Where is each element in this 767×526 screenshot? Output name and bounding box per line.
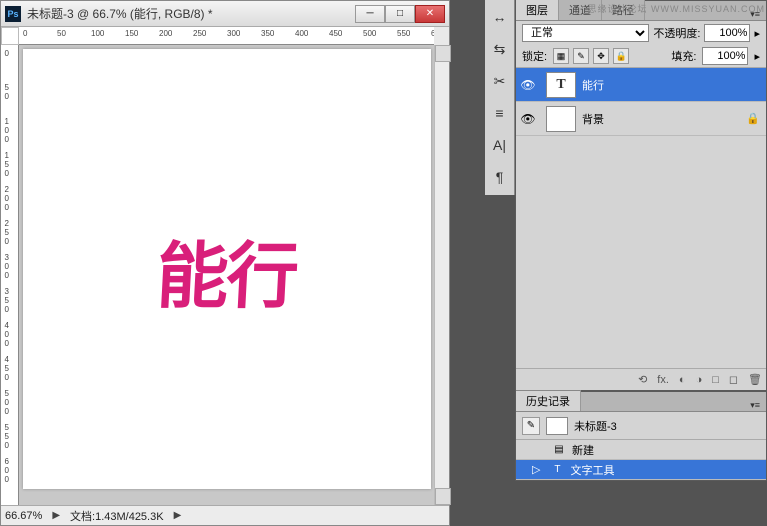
new-doc-icon: ▤: [552, 443, 566, 457]
watermark: 思缘设计论坛 WWW.MISSYUAN.COM: [588, 2, 766, 15]
lock-indicator-icon: 🔒: [746, 112, 766, 125]
history-step-label: 新建: [572, 442, 594, 458]
history-current-arrow-icon: ▷: [532, 463, 540, 476]
doc-info: 文档:1.43M/425.3K: [70, 508, 164, 524]
canvas[interactable]: 能行: [23, 49, 431, 489]
history-tab-row: 历史记录 ▾≡: [516, 392, 766, 412]
maximize-button[interactable]: □: [385, 5, 415, 23]
visibility-toggle-icon[interactable]: 👁: [516, 112, 540, 126]
tab-history[interactable]: 历史记录: [516, 390, 581, 411]
canvas-viewport[interactable]: 能行: [19, 45, 434, 505]
document-title: 未标题-3 @ 66.7% (能行, RGB/8) *: [27, 5, 355, 22]
layer-name[interactable]: 背景: [582, 111, 746, 127]
layer-thumbnail[interactable]: [546, 106, 576, 132]
ps-icon: Ps: [5, 6, 21, 22]
zoom-menu-arrow[interactable]: ▶: [52, 510, 60, 521]
mask-icon[interactable]: ◐: [679, 374, 686, 386]
layers-footer: ⟲ fx. ◐ ◑ □ ◻ 🗑: [516, 368, 766, 390]
adjustment-icon[interactable]: ◑: [696, 374, 703, 386]
new-layer-icon[interactable]: ◻: [729, 373, 738, 386]
close-button[interactable]: ✕: [415, 5, 445, 23]
layer-thumbnail[interactable]: T: [546, 72, 576, 98]
history-step-label: 文字工具: [570, 462, 614, 478]
lock-transparent-icon[interactable]: ▦: [553, 48, 569, 64]
fill-input[interactable]: [702, 47, 748, 65]
ruler-vertical[interactable]: 0 50 100 150 200 250 300 350 400 450 500…: [1, 45, 19, 505]
character-icon[interactable]: A|: [489, 134, 511, 156]
layers-panel: 图层 通道 路径 ▾≡ 正常 不透明度: ▸ 锁定: ▦ ✎ ✥ 🔒 填充: ▸: [515, 0, 767, 391]
type-tool-icon: T: [550, 463, 564, 477]
opacity-input[interactable]: [704, 24, 750, 42]
snapshot-name[interactable]: 未标题-3: [574, 418, 617, 434]
history-item[interactable]: ▷ T 文字工具: [516, 460, 766, 480]
docinfo-menu-arrow[interactable]: ▶: [174, 510, 182, 521]
statusbar: 66.67% ▶ 文档:1.43M/425.3K ▶: [1, 505, 449, 525]
side-toolbar: ↔ ⇆ ✂ ≡ A| ¶: [485, 0, 515, 195]
ruler-horizontal[interactable]: 0 50 100 150 200 250 300 350 400 450 500…: [19, 27, 434, 45]
zoom-level[interactable]: 66.67%: [5, 510, 42, 522]
blend-mode-select[interactable]: 正常: [522, 24, 649, 42]
lock-position-icon[interactable]: ✥: [593, 48, 609, 64]
arrange-icon[interactable]: ↔: [489, 6, 511, 28]
fill-label: 填充:: [671, 48, 696, 64]
lock-row: 锁定: ▦ ✎ ✥ 🔒 填充: ▸: [516, 45, 766, 68]
history-snapshot-row[interactable]: ✎ 未标题-3: [516, 412, 766, 440]
lock-all-icon[interactable]: 🔒: [613, 48, 629, 64]
group-icon[interactable]: □: [712, 374, 719, 386]
swap-icon[interactable]: ⇆: [489, 38, 511, 60]
history-item[interactable]: ▤ 新建: [516, 440, 766, 460]
history-list: ✎ 未标题-3 ▤ 新建 ▷ T 文字工具: [516, 412, 766, 480]
layer-item[interactable]: 👁 T 能行: [516, 68, 766, 102]
opacity-label: 不透明度:: [653, 25, 700, 41]
lock-pixels-icon[interactable]: ✎: [573, 48, 589, 64]
opacity-arrow-icon[interactable]: ▸: [754, 27, 760, 40]
scissors-icon[interactable]: ✂: [489, 70, 511, 92]
tab-layers[interactable]: 图层: [516, 0, 559, 20]
brush-snapshot-icon[interactable]: ✎: [522, 417, 540, 435]
titlebar[interactable]: Ps 未标题-3 @ 66.7% (能行, RGB/8) * ─ □ ✕: [1, 1, 449, 27]
layer-item[interactable]: 👁 背景 🔒: [516, 102, 766, 136]
lock-label: 锁定:: [522, 48, 547, 64]
fill-arrow-icon[interactable]: ▸: [754, 50, 760, 63]
snapshot-thumbnail[interactable]: [546, 417, 568, 435]
layer-name[interactable]: 能行: [582, 77, 766, 93]
history-panel: 历史记录 ▾≡ ✎ 未标题-3 ▤ 新建 ▷ T 文字工具: [515, 391, 767, 481]
paragraph-icon[interactable]: ≡: [489, 102, 511, 124]
link-layers-icon[interactable]: ⟲: [638, 373, 647, 386]
canvas-text-layer[interactable]: 能行: [154, 217, 300, 322]
minimize-button[interactable]: ─: [355, 5, 385, 23]
delete-layer-icon[interactable]: 🗑: [748, 373, 762, 386]
document-window: Ps 未标题-3 @ 66.7% (能行, RGB/8) * ─ □ ✕ 0 5…: [0, 0, 450, 526]
ruler-origin[interactable]: [1, 27, 19, 45]
visibility-toggle-icon[interactable]: 👁: [516, 78, 540, 92]
right-panel-column: 思缘设计论坛 WWW.MISSYUAN.COM 图层 通道 路径 ▾≡ 正常 不…: [515, 0, 767, 526]
layer-list: 👁 T 能行 👁 背景 🔒: [516, 68, 766, 368]
scrollbar-vertical[interactable]: [434, 45, 449, 505]
pilcrow-icon[interactable]: ¶: [489, 166, 511, 188]
layer-options-row: 正常 不透明度: ▸: [516, 21, 766, 45]
panel-menu-icon[interactable]: ▾≡: [744, 400, 766, 411]
fx-icon[interactable]: fx.: [657, 374, 669, 386]
